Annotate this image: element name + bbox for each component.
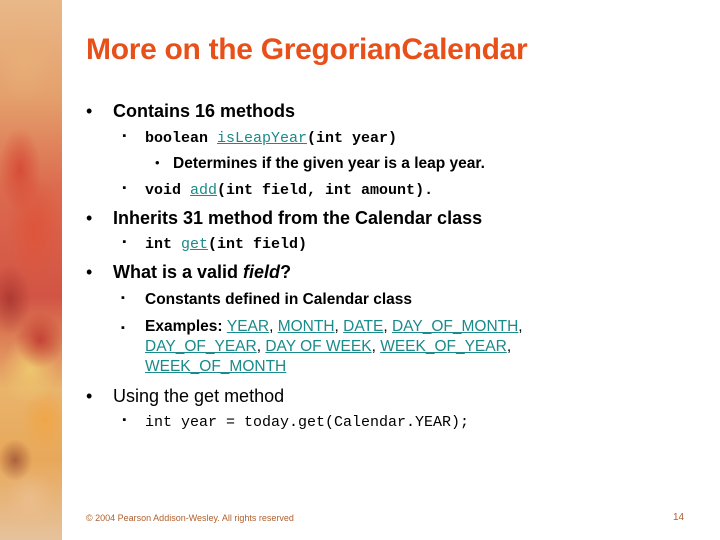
link-year[interactable]: YEAR bbox=[227, 318, 269, 335]
bullet-dot-icon: • bbox=[86, 386, 93, 406]
square-bullet-icon bbox=[121, 237, 128, 249]
bullet-valid-field: • What is a valid field? bbox=[86, 262, 292, 283]
square-bullet-icon bbox=[121, 292, 125, 304]
separator: , bbox=[371, 338, 381, 355]
decorative-leaf-image bbox=[0, 0, 62, 540]
page-number: 14 bbox=[673, 512, 685, 523]
bullet-inherits-methods: • Inherits 31 method from the Calendar c… bbox=[86, 208, 483, 229]
bullet-dot-icon: • bbox=[86, 262, 93, 282]
separator: , bbox=[334, 318, 344, 335]
bullet-text: Contains 16 methods bbox=[113, 101, 296, 121]
link-week-of-month[interactable]: WEEK_OF_MONTH bbox=[145, 358, 286, 375]
bullet-contains-methods: • Contains 16 methods bbox=[86, 101, 296, 122]
bullet-dot-icon: • bbox=[155, 155, 160, 170]
link-week-of-year[interactable]: WEEK_OF_YEAR bbox=[380, 338, 507, 355]
link-day-of-year[interactable]: DAY_OF_YEAR bbox=[145, 338, 257, 355]
method-return-type: void bbox=[145, 182, 191, 199]
separator: , bbox=[518, 318, 523, 335]
square-bullet-icon bbox=[121, 131, 128, 143]
separator: , bbox=[506, 338, 512, 355]
method-add: void add(int field, int amount). bbox=[145, 182, 433, 199]
link-date[interactable]: DATE bbox=[343, 318, 383, 335]
method-params: (int year) bbox=[307, 130, 398, 147]
link-add[interactable]: add bbox=[190, 182, 217, 199]
bullet-dot-icon: • bbox=[86, 208, 93, 228]
examples-label: Examples: bbox=[145, 318, 227, 335]
bullet-text-end: ? bbox=[280, 262, 292, 282]
square-bullet-icon bbox=[121, 183, 128, 195]
constants-defined: Constants defined in Calendar class bbox=[145, 291, 412, 309]
code-example: int year = today.get(Calendar.YEAR); bbox=[145, 414, 469, 431]
link-day-of-month[interactable]: DAY_OF_MONTH bbox=[392, 318, 518, 335]
method-return-type: boolean bbox=[145, 130, 218, 147]
method-params: (int field, int amount). bbox=[217, 182, 434, 199]
link-isleapyear[interactable]: isLeapYear bbox=[217, 130, 307, 147]
square-bullet-icon bbox=[121, 415, 128, 427]
description-text: Determines if the given year is a leap y… bbox=[173, 155, 485, 172]
method-get: int get(int field) bbox=[145, 236, 307, 253]
bullet-text: Inherits 31 method from the Calendar cla… bbox=[113, 208, 483, 228]
link-month[interactable]: MONTH bbox=[278, 318, 335, 335]
bullet-text: Using the get method bbox=[113, 386, 285, 406]
link-get[interactable]: get bbox=[181, 236, 208, 253]
constants-text: Constants defined in Calendar class bbox=[145, 291, 413, 308]
method-params: (int field) bbox=[208, 236, 308, 253]
code-text: int year = today.get(Calendar.YEAR); bbox=[145, 414, 470, 431]
footer-copyright: © 2004 Pearson Addison-Wesley. All right… bbox=[86, 513, 294, 523]
method-isleapyear: boolean isLeapYear(int year) bbox=[145, 130, 397, 147]
square-bullet-icon bbox=[121, 318, 125, 338]
bullet-dot-icon: • bbox=[86, 101, 93, 121]
link-day-of-week[interactable]: DAY OF WEEK bbox=[265, 338, 371, 355]
bullet-text-italic: field bbox=[243, 262, 281, 282]
isleapyear-description: • Determines if the given year is a leap… bbox=[155, 155, 485, 173]
bullet-text: What is a valid bbox=[113, 262, 244, 282]
separator: , bbox=[269, 318, 278, 335]
bullet-using-get: • Using the get method bbox=[86, 386, 285, 407]
method-return-type: int bbox=[145, 236, 182, 253]
separator: , bbox=[383, 318, 392, 335]
constants-examples: Examples: YEAR, MONTH, DATE, DAY_OF_MONT… bbox=[145, 317, 605, 377]
slide-title: More on the GregorianCalendar bbox=[86, 33, 528, 66]
